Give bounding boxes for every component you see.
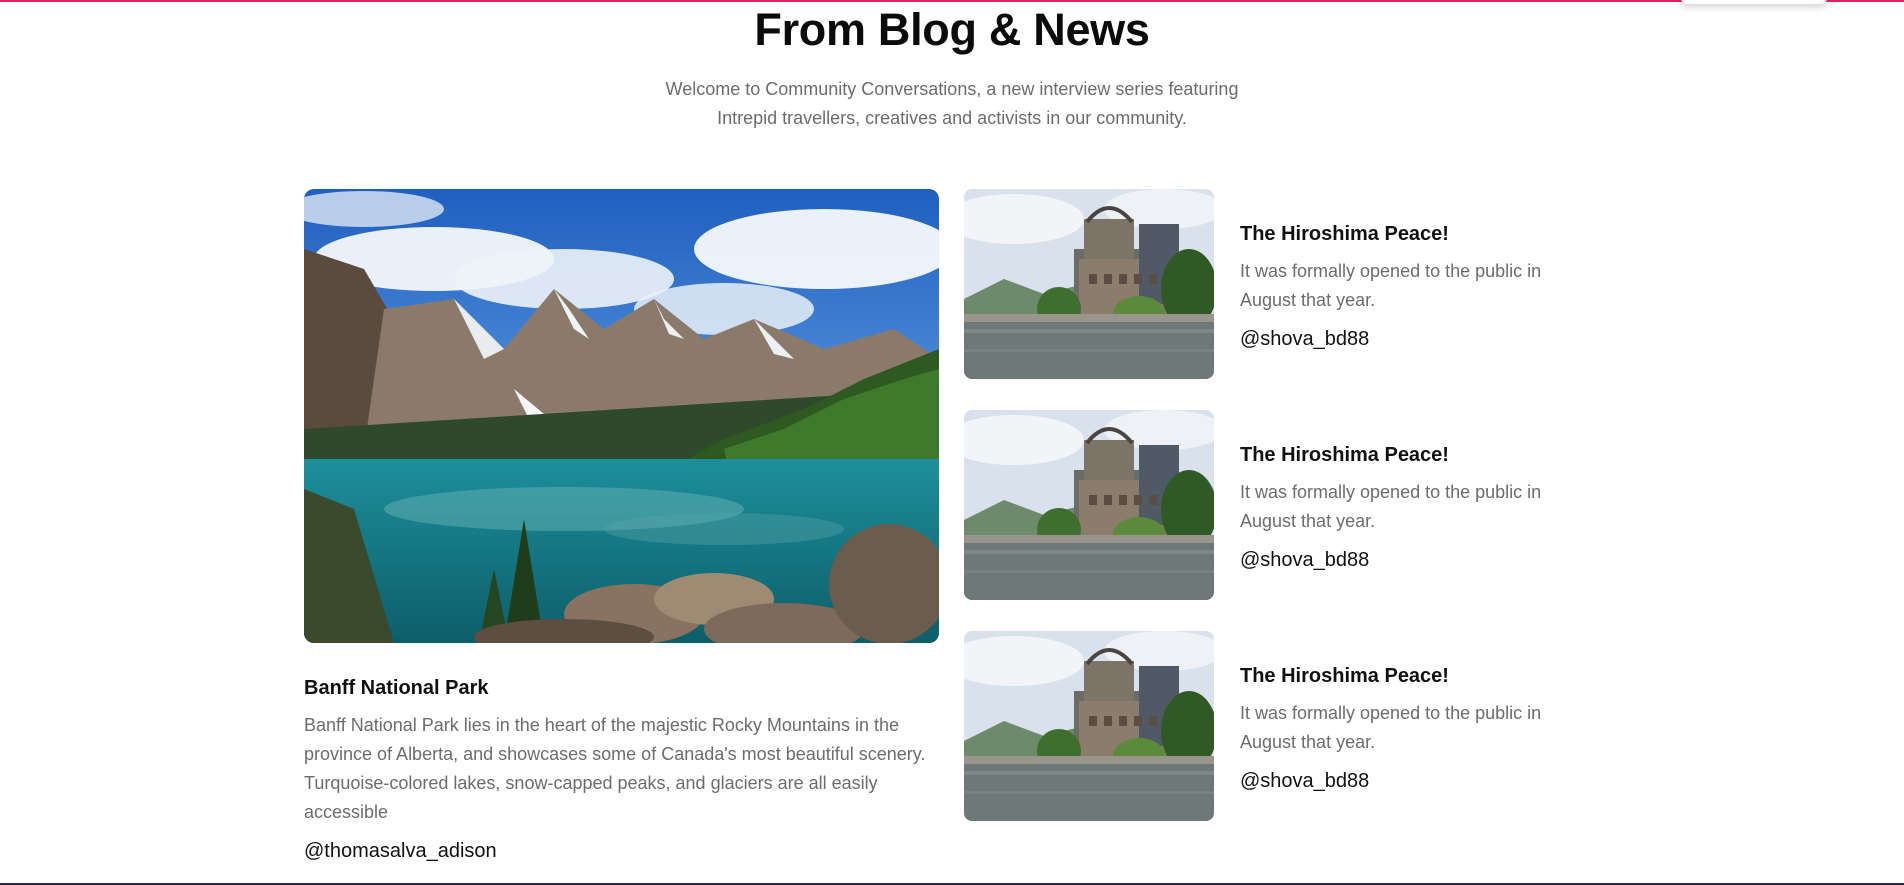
side-post[interactable]: The Hiroshima Peace! It was formally ope…	[964, 410, 1584, 600]
section-subtitle: Welcome to Community Conversations, a ne…	[665, 79, 1239, 128]
side-post[interactable]: The Hiroshima Peace! It was formally ope…	[964, 631, 1584, 821]
side-post-author[interactable]: @shova_bd88	[1240, 328, 1369, 351]
side-post-title[interactable]: The Hiroshima Peace!	[1240, 444, 1449, 467]
section-title: From Blog & News	[754, 4, 1150, 55]
side-post-description: It was formally opened to the public in …	[1240, 261, 1542, 310]
side-post-image[interactable]	[964, 189, 1214, 379]
side-post-author[interactable]: @shova_bd88	[1240, 549, 1369, 572]
featured-post-image[interactable]	[304, 189, 939, 643]
featured-post-title[interactable]: Banff National Park	[304, 677, 488, 700]
side-post-image[interactable]	[964, 631, 1214, 821]
side-post-title[interactable]: The Hiroshima Peace!	[1240, 665, 1449, 688]
side-post[interactable]: The Hiroshima Peace! It was formally ope…	[964, 189, 1584, 379]
side-post-image[interactable]	[964, 410, 1214, 600]
side-post-author[interactable]: @shova_bd88	[1240, 770, 1369, 793]
side-post-description: It was formally opened to the public in …	[1240, 703, 1542, 752]
side-post-title[interactable]: The Hiroshima Peace!	[1240, 223, 1449, 246]
featured-post-author[interactable]: @thomasalva_adison	[304, 840, 497, 863]
featured-post-description: Banff National Park lies in the heart of…	[304, 715, 926, 822]
side-post-description: It was formally opened to the public in …	[1240, 482, 1542, 531]
